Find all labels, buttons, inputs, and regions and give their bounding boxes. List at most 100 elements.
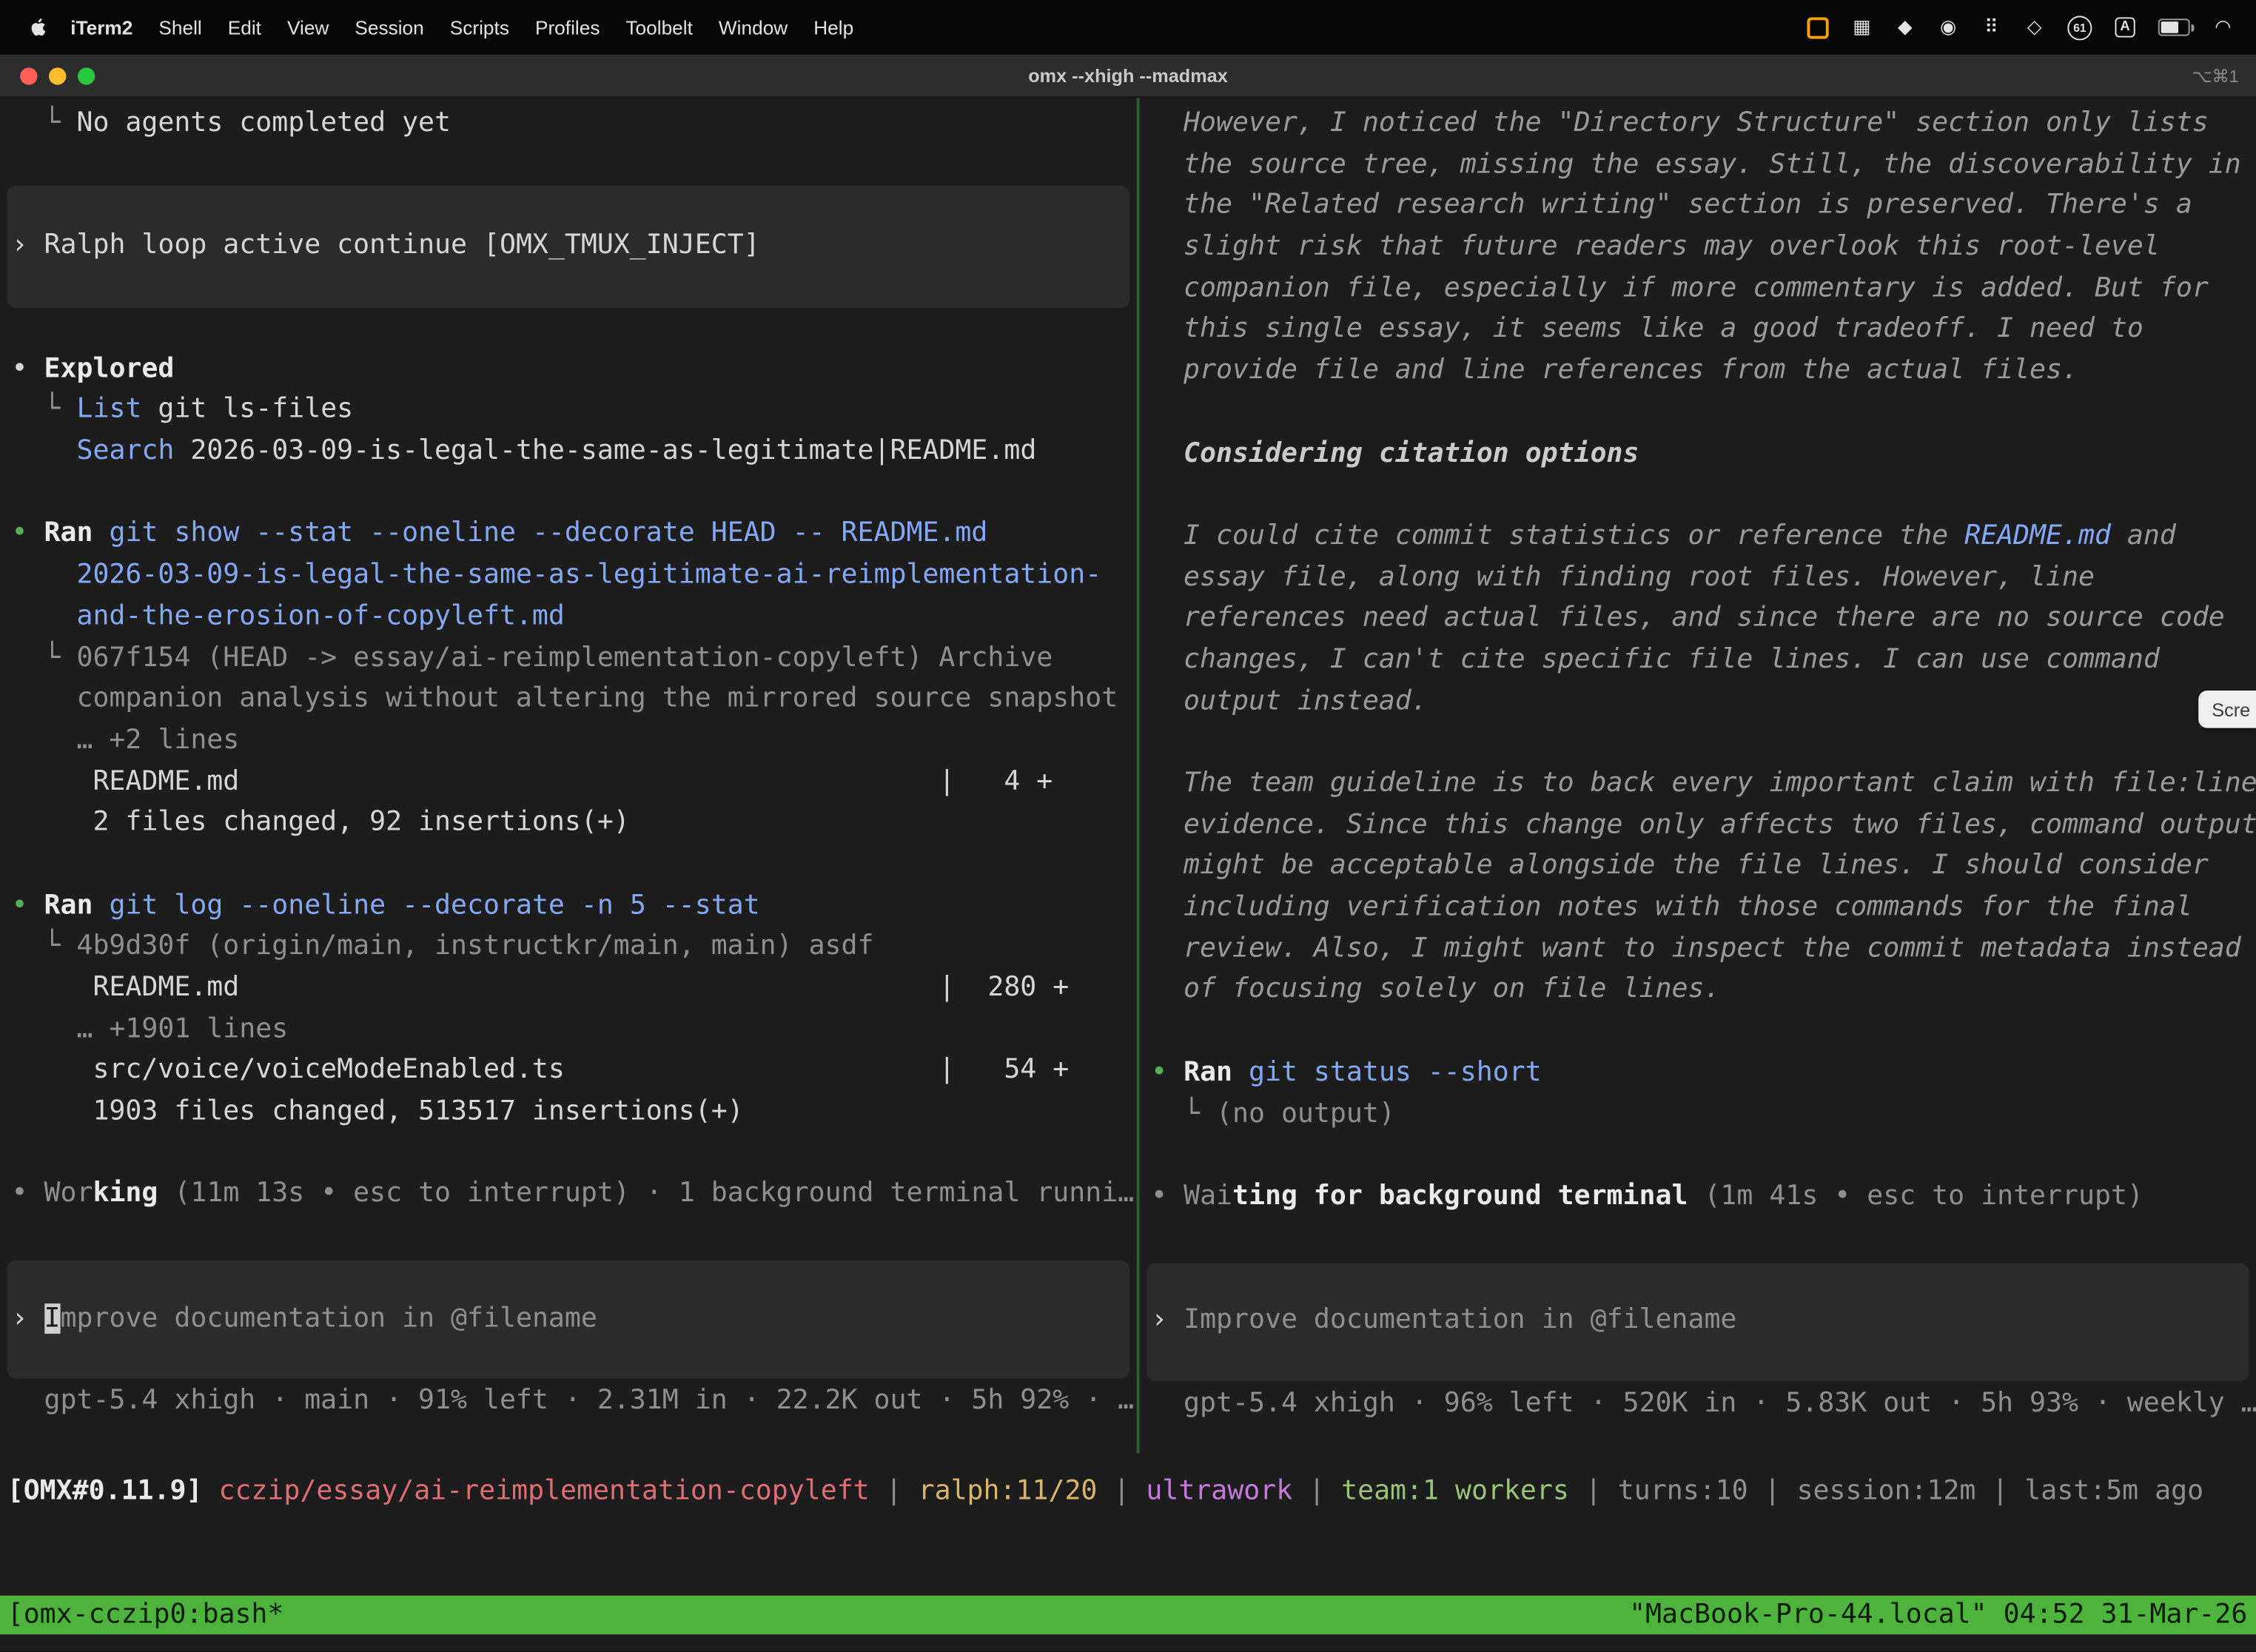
screen-share-notification[interactable]: Scre <box>2199 691 2256 728</box>
wifi-icon[interactable]: ◠ <box>2213 16 2233 38</box>
model-status-bar: gpt-5.4 xhigh · 96% left · 520K in · 5.8… <box>1140 1383 2256 1425</box>
ralph-loop-line: › Ralph loop active continue [OMX_TMUX_I… <box>7 226 760 267</box>
terminal-area: └ No agents completed yet › Ralph loop a… <box>0 98 2256 1453</box>
command-output: └ 067f154 (HEAD -> essay/ai-reimplementa… <box>0 638 1137 679</box>
indent <box>12 436 77 466</box>
screen-recording-icon[interactable] <box>1807 16 1829 38</box>
text-segment: 2026-03-09-is-legal-the-same-as-legitima… <box>174 436 1036 466</box>
reasoning-text: evidence. Since this change only affects… <box>1140 805 2256 847</box>
menu-item-help[interactable]: Help <box>801 16 867 38</box>
battery-icon[interactable] <box>2158 19 2190 36</box>
app-circle-icon[interactable]: ◉ <box>1938 16 1958 38</box>
menu-bar-status-icons: ▦ ◆ ◉ ⠿ ◇ 61 A ◠ <box>1807 15 2233 39</box>
ralph-counter: ralph:11/20 <box>919 1476 1098 1506</box>
team-workers: team:1 workers <box>1341 1476 1569 1506</box>
window-title-bar[interactable]: omx --xhigh --madmax ⌥⌘1 <box>0 55 2256 98</box>
menu-item-iterm2[interactable]: iTerm2 <box>58 16 146 38</box>
prompt-line: › Improve documentation in @filename <box>7 1299 597 1340</box>
prompt-chevron: › <box>1151 1305 1184 1335</box>
reasoning-text: including verification notes with those … <box>1140 887 2256 929</box>
separator: | <box>1292 1476 1341 1506</box>
reasoning-text: of focusing solely on file lines. <box>1140 970 2256 1012</box>
shimmer-bright: ting for background terminal <box>1232 1181 1688 1212</box>
tool-segment: Search <box>76 436 174 466</box>
menu-item-edit[interactable]: Edit <box>215 16 274 38</box>
reasoning-text: the source tree, missing the essay. Stil… <box>1140 145 2256 187</box>
omx-version: [OMX#0.11.9] <box>7 1476 219 1506</box>
command-continuation: and-the-erosion-of-copyleft.md <box>0 597 1137 638</box>
close-window-button[interactable] <box>20 67 37 84</box>
agents-note-line: └ No agents completed yet <box>0 104 1137 145</box>
bullet-glyph: • <box>12 519 44 549</box>
diffstat-line: src/voice/voiceModeEnabled.ts | 54 + <box>0 1051 1137 1092</box>
chevron-glyph: › <box>12 230 44 261</box>
ran-git-status-line: • Ran git status --short <box>1140 1053 2256 1095</box>
explored-list-line: └ List git ls-files <box>0 391 1137 432</box>
bullet-glyph: • <box>12 1179 44 1209</box>
menu-item-toolbelt[interactable]: Toolbelt <box>613 16 705 38</box>
prompt-text: Improve documentation in @filename <box>1184 1305 1736 1335</box>
screen: iTerm2 Shell Edit View Session Scripts P… <box>0 0 2256 1652</box>
raycast-icon[interactable]: ⠿ <box>1981 16 2001 38</box>
label-segment: Ran <box>44 890 110 921</box>
shimmer-dim: Wai <box>1184 1181 1232 1212</box>
omx-status-area: [OMX#0.11.9] cczip/essay/ai-reimplementa… <box>0 1453 2256 1513</box>
right-terminal-pane[interactable]: However, I noticed the "Directory Struct… <box>1140 98 2256 1453</box>
menu-bar: iTerm2 Shell Edit View Session Scripts P… <box>0 0 2256 55</box>
branch-path: cczip/essay/ai-reimplementation-copyleft <box>218 1476 869 1506</box>
text-segment: git ls-files <box>141 394 353 425</box>
explored-search-line: Search 2026-03-09-is-legal-the-same-as-l… <box>0 432 1137 473</box>
diffstat-summary: 1903 files changed, 513517 insertions(+) <box>0 1092 1137 1134</box>
battery-gauge-icon[interactable]: 61 <box>2067 15 2092 39</box>
apple-menu-icon[interactable] <box>29 16 49 38</box>
more-lines-note: … +2 lines <box>0 721 1137 762</box>
left-terminal-pane[interactable]: └ No agents completed yet › Ralph loop a… <box>0 98 1137 1453</box>
prompt-text: mprove documentation in @filename <box>61 1303 597 1334</box>
bullet-glyph: • <box>1151 1057 1184 1087</box>
separator: | <box>870 1476 919 1506</box>
tree-glyph: └ <box>12 394 77 425</box>
keyboard-icon[interactable]: ▦ <box>1852 16 1872 38</box>
model-status-bar: gpt-5.4 xhigh · main · 91% left · 2.31M … <box>0 1381 1137 1423</box>
diffstat-summary: 2 files changed, 92 insertions(+) <box>0 803 1137 845</box>
input-source-icon[interactable]: A <box>2115 17 2135 37</box>
menu-item-shell[interactable]: Shell <box>146 16 215 38</box>
tmux-session-window: [omx-cczip0:bash* <box>0 1596 283 1634</box>
menu-item-view[interactable]: View <box>274 16 341 38</box>
app-status-icon[interactable]: ◆ <box>1895 16 1915 38</box>
bullet-glyph: • <box>12 890 44 921</box>
menu-item-profiles[interactable]: Profiles <box>522 16 612 38</box>
ran-git-show-line: • Ran git show --stat --oneline --decora… <box>0 514 1137 556</box>
text-segment: I could cite commit statistics or refere… <box>1151 520 1964 551</box>
menu-item-session[interactable]: Session <box>342 16 437 38</box>
reasoning-text: provide file and line references from th… <box>1140 352 2256 393</box>
file-reference: README.md <box>1964 520 2111 551</box>
label-segment: Explored <box>44 354 175 384</box>
command-segment: git status --short <box>1249 1057 1542 1087</box>
text-segment: No agents completed yet <box>76 108 451 138</box>
minimize-window-button[interactable] <box>49 67 66 84</box>
bullet-glyph: • <box>1151 1181 1184 1212</box>
text-segment: Ralph loop active continue [OMX_TMUX_INJ… <box>44 230 760 261</box>
window-shortcut: ⌥⌘1 <box>2192 65 2238 85</box>
zoom-window-button[interactable] <box>78 67 95 84</box>
command-segment: git log --oneline --decorate -n 5 --stat <box>109 890 759 921</box>
diffstat-line: README.md | 4 + <box>0 762 1137 803</box>
ran-git-log-line: • Ran git log --oneline --decorate -n 5 … <box>0 886 1137 927</box>
menu-item-window[interactable]: Window <box>705 16 800 38</box>
command-output: companion analysis without altering the … <box>0 679 1137 721</box>
waiting-status-line: • Waiting for background terminal (1m 41… <box>1140 1177 2256 1218</box>
text-cursor: I <box>44 1303 61 1334</box>
reasoning-text: However, I noticed the "Directory Struct… <box>1140 104 2256 145</box>
reasoning-text: essay file, along with finding root file… <box>1140 557 2256 599</box>
reasoning-text: output instead. <box>1140 682 2256 723</box>
reasoning-heading: Considering citation options <box>1140 434 2256 475</box>
menu-item-scripts[interactable]: Scripts <box>437 16 522 38</box>
tmux-status-bar: [omx-cczip0:bash* "MacBook-Pro-44.local"… <box>0 1596 2256 1634</box>
command-output: └ (no output) <box>1140 1094 2256 1135</box>
prompt-input[interactable]: › Improve documentation in @filename <box>1147 1263 2249 1380</box>
key-icon[interactable]: ◇ <box>2024 16 2044 38</box>
status-detail: (1m 41s • esc to interrupt) <box>1688 1181 2143 1212</box>
label-segment: Ran <box>44 519 110 549</box>
prompt-input[interactable]: › Improve documentation in @filename <box>7 1260 1129 1378</box>
